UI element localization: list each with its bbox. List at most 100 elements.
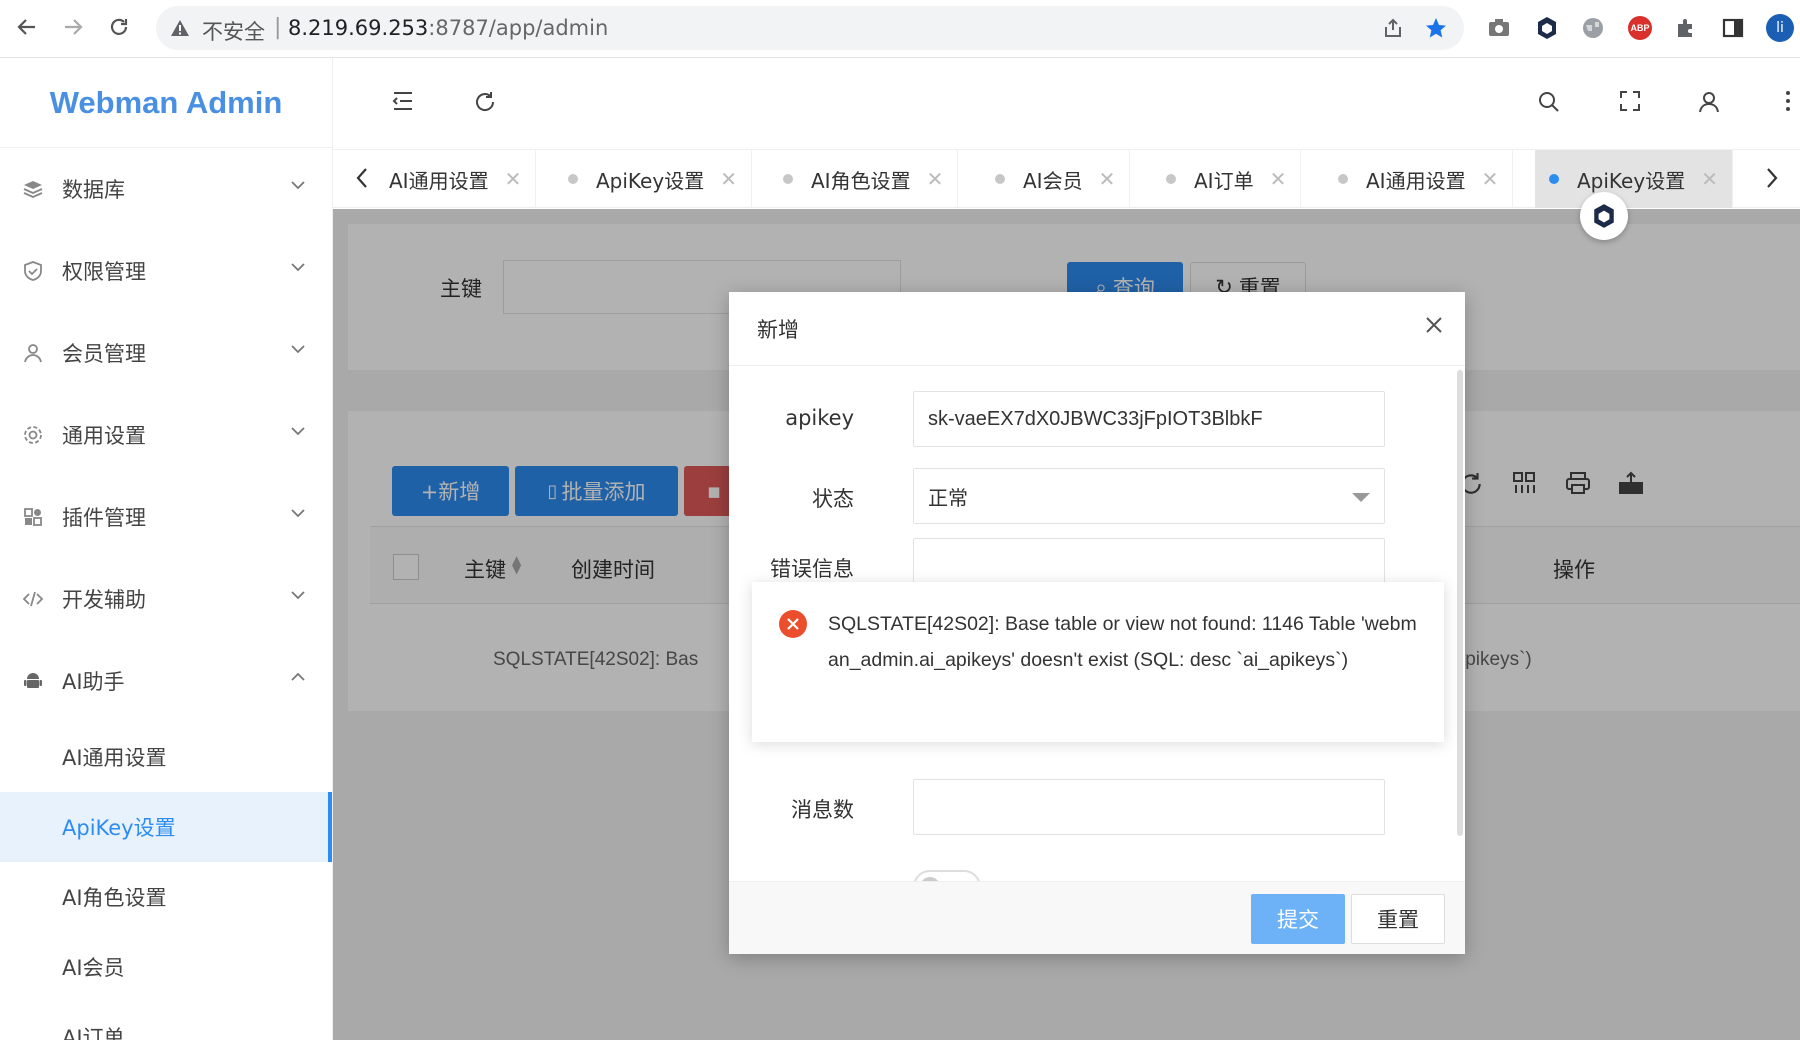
menu-label: 数据库 <box>62 178 125 202</box>
submenu-ai-orders[interactable]: AI订单 <box>0 1002 332 1040</box>
close-icon[interactable] <box>1425 316 1443 334</box>
close-icon[interactable]: ✕ <box>927 167 944 191</box>
url-text: 8.219.69.253:8787/app/admin <box>288 16 608 40</box>
globe-icon[interactable] <box>1578 13 1608 43</box>
fullscreen-icon[interactable] <box>1619 90 1641 112</box>
code-icon <box>22 588 46 610</box>
close-icon[interactable]: ✕ <box>1482 167 1499 191</box>
user-account-icon[interactable] <box>1697 90 1721 114</box>
url-path: :8787/app/admin <box>428 16 609 40</box>
refresh-icon[interactable] <box>473 90 497 114</box>
submit-button[interactable]: 提交 <box>1251 894 1345 944</box>
url-host: 8.219.69.253 <box>288 16 429 40</box>
submenu-ai-general-settings[interactable]: AI通用设置 <box>0 722 332 792</box>
menu-label: 会员管理 <box>62 342 146 366</box>
forward-icon[interactable] <box>58 12 88 42</box>
adblock-label: ABP <box>1628 16 1652 40</box>
tab-ai-orders[interactable]: AI订单 ✕ <box>1152 150 1302 208</box>
android-icon <box>22 670 46 692</box>
close-icon[interactable]: ✕ <box>720 167 737 191</box>
share-icon[interactable] <box>1382 17 1404 39</box>
dialog-scrollbar[interactable] <box>1457 370 1463 836</box>
extension-floating-icon[interactable] <box>1580 192 1628 240</box>
reload-icon[interactable] <box>104 12 134 42</box>
tab-ai-members[interactable]: AI会员 ✕ <box>981 150 1131 208</box>
error-message: SQLSTATE[42S02]: Base table or view not … <box>828 613 1417 671</box>
app-logo[interactable]: Webman Admin <box>0 58 332 148</box>
menu-label: 插件管理 <box>62 506 146 530</box>
dialog-footer: 提交 重置 <box>729 881 1465 954</box>
menu-database[interactable]: 数据库 <box>0 148 332 230</box>
extension-hex-icon[interactable] <box>1532 13 1562 43</box>
status-select[interactable]: 正常 <box>913 468 1385 524</box>
address-bar[interactable]: 不安全 | 8.219.69.253:8787/app/admin <box>156 6 1464 50</box>
caret-down-icon <box>1352 493 1370 502</box>
disabled-toggle[interactable] <box>913 870 981 881</box>
close-icon[interactable]: ✕ <box>505 167 522 191</box>
profile-avatar[interactable]: li <box>1765 13 1795 43</box>
more-vertical-icon[interactable] <box>1785 90 1791 112</box>
messages-input[interactable] <box>913 779 1385 835</box>
menu-ai-assistant[interactable]: AI助手 <box>0 640 332 722</box>
browser-toolbar: 不安全 | 8.219.69.253:8787/app/admin ABP li <box>0 0 1800 58</box>
bookmark-star-icon[interactable] <box>1424 16 1448 40</box>
tab-apikey-settings-active[interactable]: ApiKey设置 ✕ <box>1535 150 1733 208</box>
tab-ai-general-settings-2[interactable]: AI通用设置 ✕ <box>1324 150 1514 208</box>
tab-dot <box>1549 174 1559 184</box>
menu-label: 开发辅助 <box>62 588 146 612</box>
sidepanel-icon[interactable] <box>1718 13 1748 43</box>
chevron-down-icon <box>290 590 306 600</box>
tab-ai-general-settings-1[interactable]: AI通用设置 ✕ <box>389 150 537 208</box>
dialog-title: 新增 <box>729 292 1465 366</box>
submenu-ai-role-settings[interactable]: AI角色设置 <box>0 862 332 932</box>
user-icon <box>22 342 46 364</box>
camera-icon[interactable] <box>1484 13 1514 43</box>
tab-bar: AI通用设置 ✕ ApiKey设置 ✕ AI角色设置 ✕ AI会员 ✕ AI订单… <box>333 150 1800 208</box>
chevron-left-icon[interactable] <box>355 166 369 190</box>
adblock-icon[interactable]: ABP <box>1625 13 1655 43</box>
close-icon[interactable]: ✕ <box>1701 167 1718 191</box>
menu-label: 权限管理 <box>62 260 146 284</box>
chevron-up-icon <box>290 672 306 682</box>
close-icon[interactable]: ✕ <box>1270 167 1287 191</box>
warning-icon <box>170 19 190 37</box>
tab-label: AI角色设置 <box>811 168 911 193</box>
menu-members[interactable]: 会员管理 <box>0 312 332 394</box>
insecure-label: 不安全 <box>202 20 265 44</box>
tab-label: AI通用设置 <box>1366 168 1466 193</box>
search-icon[interactable] <box>1537 90 1561 114</box>
reset-button[interactable]: 重置 <box>1351 894 1445 944</box>
menu-permissions[interactable]: 权限管理 <box>0 230 332 312</box>
url-separator: | <box>274 15 282 40</box>
status-label: 状态 <box>812 487 854 511</box>
tab-dot <box>1338 174 1348 184</box>
back-icon[interactable] <box>12 12 42 42</box>
apikey-input[interactable]: sk-vaeEX7dX0JBWC33jFpIOT3BlbkF <box>913 391 1385 447</box>
menu-plugins[interactable]: 插件管理 <box>0 476 332 558</box>
database-icon <box>22 178 46 200</box>
chevron-right-icon[interactable] <box>1765 166 1779 190</box>
sidebar: Webman Admin 数据库 权限管理 会员管理 通用设置 插件管理 开发辅… <box>0 58 333 1040</box>
tab-dot <box>1166 174 1176 184</box>
close-icon[interactable]: ✕ <box>1099 167 1116 191</box>
gear-icon <box>22 424 46 446</box>
tab-apikey-settings-1[interactable]: ApiKey设置 ✕ <box>554 150 752 208</box>
error-icon <box>779 610 807 638</box>
apikey-row: apikey sk-vaeEX7dX0JBWC33jFpIOT3BlbkF <box>729 391 1429 447</box>
submenu-ai-members[interactable]: AI会员 <box>0 932 332 1002</box>
menu-general-settings[interactable]: 通用设置 <box>0 394 332 476</box>
submenu-apikey-settings[interactable]: ApiKey设置 <box>0 792 332 862</box>
chevron-down-icon <box>290 508 306 518</box>
menu-dev-tools[interactable]: 开发辅助 <box>0 558 332 640</box>
tab-ai-role-settings[interactable]: AI角色设置 ✕ <box>769 150 959 208</box>
menu-label: AI助手 <box>62 670 125 694</box>
menu-toggle-icon[interactable] <box>391 90 415 112</box>
chevron-down-icon <box>290 262 306 272</box>
puzzle-icon[interactable] <box>1671 13 1701 43</box>
tab-label: AI会员 <box>1023 168 1083 193</box>
status-value: 正常 <box>928 487 968 510</box>
messages-row: 消息数 <box>729 779 1429 835</box>
error-info-label: 错误信息 <box>770 557 854 581</box>
messages-label: 消息数 <box>791 798 854 822</box>
apikey-label: apikey <box>785 406 854 430</box>
